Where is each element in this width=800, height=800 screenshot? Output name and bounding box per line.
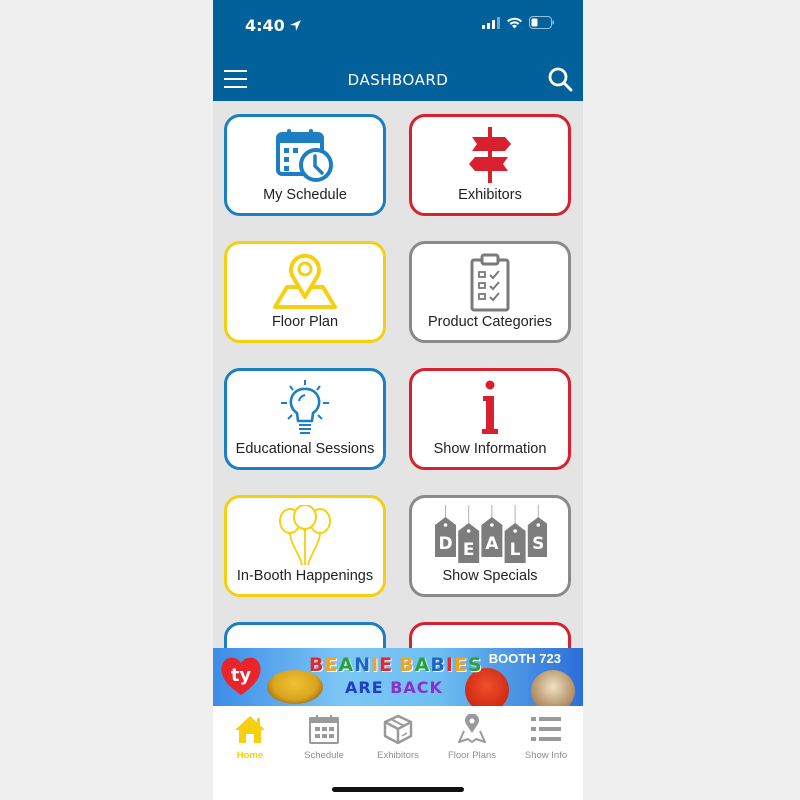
banner-title-letter: B — [399, 654, 415, 676]
search-icon — [548, 67, 573, 92]
bottom-tab-bar: Home Schedule Exhibitors Floor Plans Sho… — [213, 706, 583, 800]
cellular-signal-icon — [482, 16, 500, 29]
status-time: 4:40 — [245, 16, 302, 35]
banner-title-letter: B — [309, 654, 325, 676]
map-pin-icon — [273, 252, 337, 312]
list-icon — [531, 717, 561, 741]
tile-label: My Schedule — [263, 187, 347, 203]
app-header: 4:40 DASHBOARD — [213, 0, 583, 101]
wifi-icon — [507, 17, 522, 28]
tile-label: Product Categories — [427, 314, 553, 330]
deal-tag: A — [481, 505, 503, 557]
tab-label: Schedule — [304, 750, 344, 761]
status-time-text: 4:40 — [245, 16, 285, 35]
banner-title-letter: I — [445, 654, 454, 676]
tab-floor-plans[interactable]: Floor Plans — [435, 714, 509, 764]
tile-label: Floor Plan — [271, 314, 339, 330]
balloons-icon — [273, 505, 337, 566]
tile-label: Exhibitors — [458, 187, 522, 203]
tile-my-schedule[interactable]: My Schedule — [224, 114, 386, 216]
tab-label: Home — [236, 750, 264, 761]
tile-show-information[interactable]: Show Information — [409, 368, 571, 470]
banner-title-letter: N — [354, 654, 372, 676]
search-button[interactable] — [547, 66, 573, 92]
banner-title-letter: S — [467, 654, 483, 676]
info-icon — [458, 379, 522, 439]
tile-floor-plan[interactable]: Floor Plan — [224, 241, 386, 343]
tile-label: In-Booth Happenings — [236, 568, 374, 584]
signpost-icon — [458, 125, 522, 185]
tab-label: Show Info — [524, 750, 568, 761]
tile-in-booth-happenings[interactable]: In-Booth Happenings — [224, 495, 386, 597]
deal-tag-letter: A — [485, 534, 499, 554]
clipboard-checklist-icon — [458, 252, 522, 312]
home-indicator[interactable] — [332, 787, 464, 792]
location-arrow-icon — [289, 20, 301, 31]
tile-exhibitors[interactable]: Exhibitors — [409, 114, 571, 216]
status-indicators — [482, 16, 555, 29]
tile-product-categories[interactable]: Product Categories — [409, 241, 571, 343]
phone-screen: 4:40 DASHBOARD My Schedule Exhibitors Fl… — [213, 0, 583, 800]
banner-title-letter: I — [371, 654, 380, 676]
banner-title-letter: A — [338, 654, 355, 676]
booth-number: BOOTH 723 — [488, 651, 561, 666]
tab-exhibitors[interactable]: Exhibitors — [361, 714, 435, 764]
ty-logo: ty — [221, 657, 261, 695]
page-title: DASHBOARD — [347, 71, 449, 89]
tab-label: Exhibitors — [377, 750, 419, 761]
tile-educational-sessions[interactable]: Educational Sessions — [224, 368, 386, 470]
dashboard-grid: My Schedule Exhibitors Floor Plan Produc… — [213, 101, 583, 724]
tile-label: Show Information — [433, 441, 547, 457]
deal-tag: L — [504, 505, 526, 563]
battery-low-icon — [529, 16, 554, 29]
banner-title-letter: E — [324, 654, 339, 676]
deal-tag-letter: E — [463, 540, 475, 560]
toy-monkey-image — [531, 670, 575, 706]
ty-logo-text: ty — [231, 665, 252, 686]
deal-tag-letter: L — [510, 540, 521, 560]
deals-tags: DEALS — [435, 505, 547, 563]
calendar-clock-icon — [273, 125, 337, 185]
deal-tag-letter: S — [532, 534, 544, 554]
banner-title-letter: E — [379, 654, 394, 676]
tile-label: Educational Sessions — [235, 441, 375, 457]
deal-tag: D — [435, 505, 456, 557]
banner-title-letter: A — [414, 654, 431, 676]
deals-tags-icon: DEALS — [432, 505, 548, 566]
tab-home[interactable]: Home — [213, 714, 287, 764]
map-icon — [458, 714, 486, 743]
home-icon — [235, 716, 265, 743]
tab-show-info[interactable]: Show Info — [509, 714, 583, 764]
deal-tag: E — [458, 505, 480, 563]
calendar-icon — [309, 715, 339, 744]
lightbulb-icon — [273, 379, 337, 439]
deal-tag: S — [527, 505, 547, 557]
ad-banner-beanie-babies[interactable]: ty BEANIE BABIES ARE BACK BOOTH 723 — [213, 648, 583, 706]
deal-tag-letter: D — [438, 534, 452, 554]
box-icon — [383, 714, 413, 744]
tile-show-specials[interactable]: DEALS Show Specials — [409, 495, 571, 597]
banner-subtitle: ARE BACK — [345, 678, 443, 697]
banner-subtitle-back: BACK — [390, 678, 443, 697]
banner-title-letter: E — [453, 654, 468, 676]
banner-title: BEANIE BABIES — [309, 654, 483, 676]
banner-subtitle-are: ARE — [345, 678, 384, 697]
tab-schedule[interactable]: Schedule — [287, 714, 361, 764]
tile-label: Show Specials — [442, 568, 538, 584]
banner-title-letter: B — [430, 654, 446, 676]
tab-label: Floor Plans — [447, 750, 497, 761]
